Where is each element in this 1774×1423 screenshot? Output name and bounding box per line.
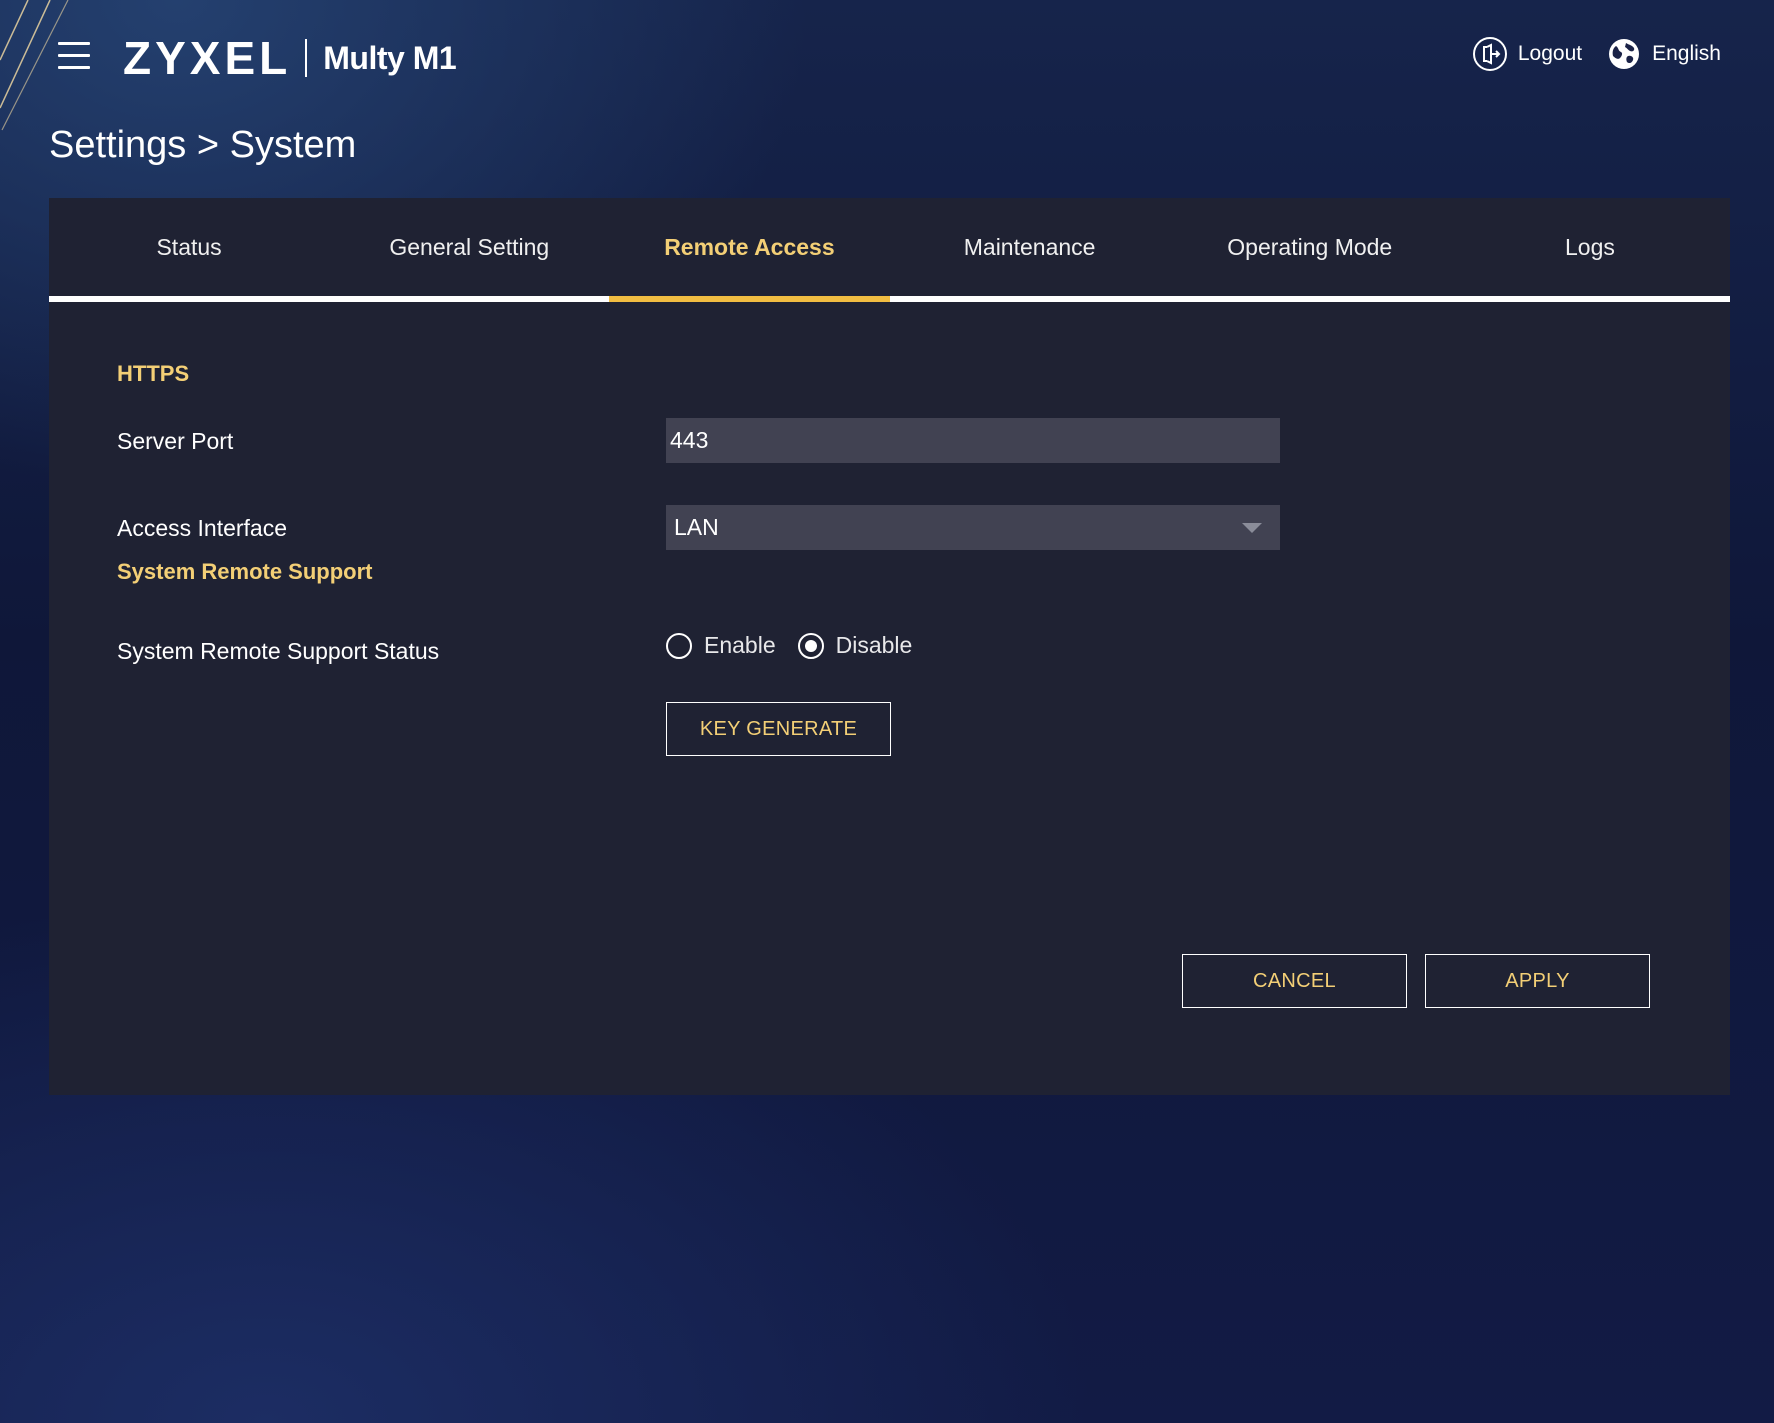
tab-status[interactable]: Status	[49, 198, 329, 296]
tab-remote-access[interactable]: Remote Access	[609, 198, 890, 302]
https-section-title: HTTPS	[117, 361, 190, 386]
cancel-button[interactable]: CANCEL	[1182, 954, 1407, 1008]
access-interface-select[interactable]: LAN	[666, 505, 1280, 550]
logout-label: Logout	[1517, 42, 1583, 65]
decorative-lines	[0, 0, 69, 131]
access-interface-label: Access Interface	[117, 515, 288, 541]
tab-general-setting[interactable]: General Setting	[329, 198, 609, 296]
radio-disable[interactable]: Disable	[797, 632, 913, 659]
server-port-input[interactable]	[666, 418, 1280, 463]
server-port-label: Server Port	[117, 428, 234, 454]
tab-operating-mode[interactable]: Operating Mode	[1170, 198, 1450, 296]
settings-panel: Status General Setting Remote Access Mai…	[49, 198, 1730, 1095]
tab-maintenance[interactable]: Maintenance	[890, 198, 1170, 296]
brand: ZYXEL Multy M1	[123, 30, 457, 86]
apply-button[interactable]: APPLY	[1425, 954, 1650, 1008]
dropdown-arrow-icon	[1242, 523, 1262, 533]
brand-logo: ZYXEL	[123, 32, 292, 84]
tab-bar: Status General Setting Remote Access Mai…	[49, 198, 1730, 302]
key-generate-button[interactable]: KEY GENERATE	[666, 702, 891, 756]
language-selector[interactable]: English	[1606, 36, 1721, 72]
radio-enable-circle[interactable]	[666, 632, 692, 659]
hamburger-menu-icon[interactable]	[58, 40, 92, 70]
logout-button[interactable]: Logout	[1472, 36, 1582, 72]
model-name: Multy M1	[323, 39, 457, 76]
access-interface-value: LAN	[674, 514, 719, 540]
radio-disable-label: Disable	[835, 632, 913, 658]
top-actions: Logout English	[1472, 36, 1721, 72]
remote-support-section-title: System Remote Support	[117, 559, 373, 584]
remote-support-radio-group: Enable Disable	[666, 632, 912, 659]
globe-icon	[1609, 39, 1640, 69]
radio-disable-circle[interactable]	[797, 632, 824, 659]
remote-support-status-label: System Remote Support Status	[117, 638, 440, 664]
language-label: English	[1652, 42, 1721, 65]
logout-icon	[1472, 37, 1507, 71]
radio-enable[interactable]: Enable	[666, 632, 776, 659]
page-title: Settings > System	[49, 124, 357, 166]
brand-divider	[305, 39, 308, 77]
tab-logs[interactable]: Logs	[1450, 198, 1730, 296]
radio-enable-label: Enable	[704, 632, 776, 658]
